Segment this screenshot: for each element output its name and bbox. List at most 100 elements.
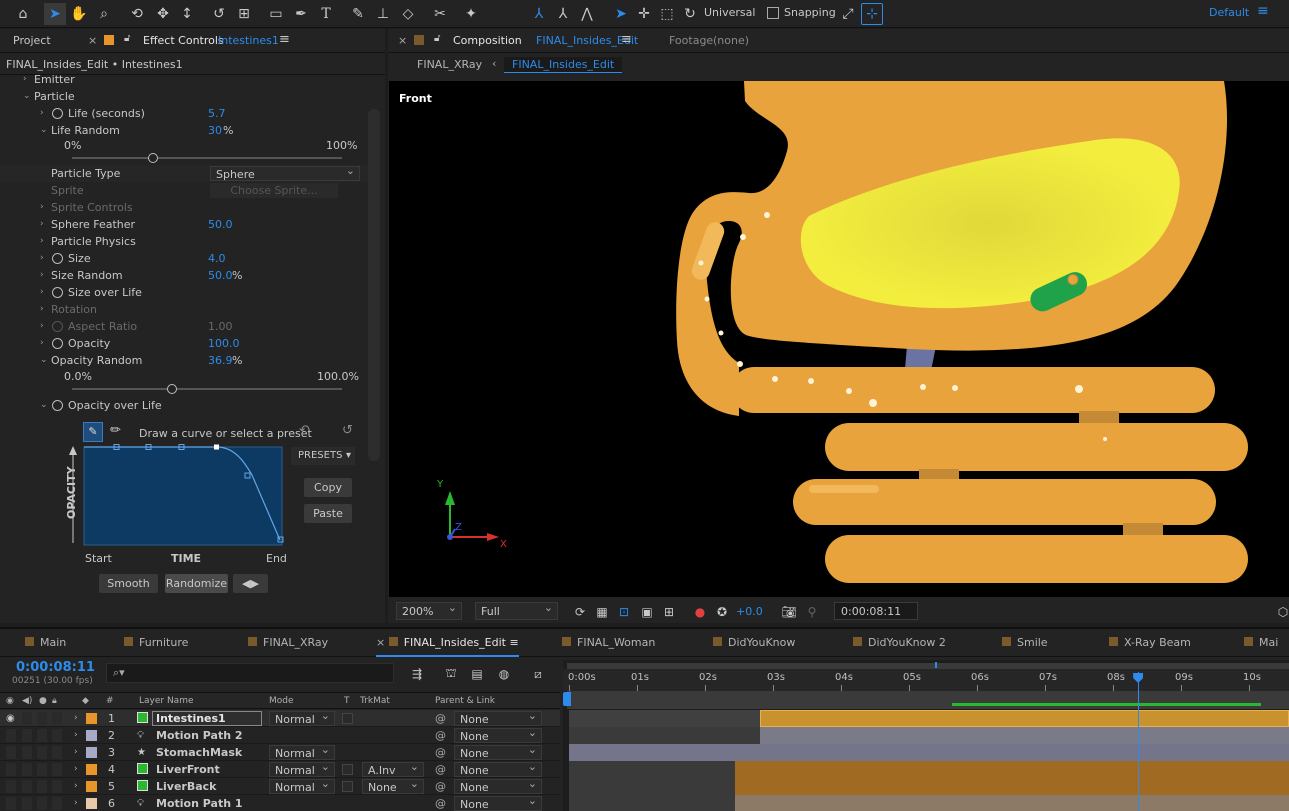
opacity-random-slider[interactable] <box>72 388 342 390</box>
color-management-icon[interactable]: ✪ <box>711 601 733 623</box>
lock-toggle[interactable] <box>52 746 62 759</box>
preserve-transparency-checkbox[interactable] <box>342 764 353 775</box>
property-row-sphere-feather[interactable]: › Sphere Feather 50.0 <box>0 216 368 233</box>
rotation-icon[interactable]: ↺ <box>208 3 230 25</box>
layer-name[interactable]: Motion Path 1 <box>156 795 243 811</box>
parent-dropdown[interactable]: None <box>454 776 542 794</box>
panel-menu-icon[interactable]: ≡ <box>621 32 632 47</box>
snap-grid-icon[interactable]: ⊹ <box>861 3 883 25</box>
roto-brush-icon[interactable]: ✂ <box>429 3 451 25</box>
eye-toggle[interactable] <box>6 797 16 810</box>
solo-toggle[interactable] <box>37 712 47 725</box>
zoom-dropdown[interactable]: 200% <box>396 599 462 620</box>
workspace-menu-icon[interactable]: ≡ <box>1257 3 1269 19</box>
hide-shy-icon[interactable]: ▤ <box>466 663 488 685</box>
tab-furniture[interactable]: Furniture <box>124 629 188 657</box>
parent-dropdown[interactable]: None <box>454 742 542 760</box>
parent-dropdown[interactable]: None <box>454 708 542 726</box>
track-matte-dropdown[interactable]: A.Inv <box>362 759 424 777</box>
lock-icon[interactable]: 🔓︎ <box>434 33 440 44</box>
time-graph[interactable]: 0:00s 01s 02s 03s 04s 05s 06s 07s 08s 09s 10s <box>563 660 1289 811</box>
time-ruler[interactable]: 0:00s 01s 02s 03s 04s 05s 06s 07s 08s 09s 10s <box>563 669 1289 691</box>
select-mode-icon[interactable]: ➤ <box>610 3 632 25</box>
label-color-swatch[interactable] <box>86 764 97 775</box>
blend-mode-dropdown[interactable]: Normal <box>269 759 335 777</box>
pick-whip-icon[interactable]: @ <box>435 710 446 727</box>
audio-toggle[interactable] <box>22 746 32 759</box>
expand-chevron-icon[interactable]: › <box>74 727 78 744</box>
property-row-life-random[interactable]: ⌄ Life Random 30 % <box>0 122 368 139</box>
scrollbar[interactable] <box>368 109 380 461</box>
transparency-grid-icon[interactable]: ▦ <box>591 601 613 623</box>
expand-chevron-icon[interactable]: › <box>74 795 78 811</box>
layer-name[interactable]: LiverFront <box>156 761 220 778</box>
solo-toggle[interactable] <box>37 729 47 742</box>
flow-current-comp[interactable]: FINAL_Insides_Edit <box>504 57 623 73</box>
tab-smile[interactable]: Smile <box>1002 629 1048 657</box>
panel-menu-icon[interactable]: ≡ <box>506 636 518 649</box>
show-snapshot-icon[interactable]: ⚲ <box>801 601 823 623</box>
eye-toggle[interactable] <box>6 780 16 793</box>
pick-whip-icon[interactable]: @ <box>435 744 446 761</box>
draw-pencil-icon[interactable]: ✎ <box>83 422 103 442</box>
track-bar-intestines1[interactable] <box>760 710 1289 727</box>
solo-toggle[interactable] <box>37 746 47 759</box>
tab-didyouknow-2[interactable]: DidYouKnow 2 <box>853 629 946 657</box>
close-icon[interactable]: × <box>88 34 97 47</box>
puppet-pin-icon[interactable]: ✦ <box>460 3 482 25</box>
clone-stamp-icon[interactable]: ⊥ <box>372 3 394 25</box>
label-color-swatch[interactable] <box>86 747 97 758</box>
pick-whip-icon[interactable]: @ <box>435 795 446 811</box>
move-mode-icon[interactable]: ✛ <box>633 3 655 25</box>
property-row-particle[interactable]: ⌄ Particle <box>0 88 368 105</box>
presets-dropdown[interactable]: PRESETS ▾ <box>291 447 355 465</box>
smooth-button[interactable]: Smooth <box>99 574 158 593</box>
tab-effect-controls[interactable]: Effect Controls <box>143 34 224 47</box>
layer-name[interactable]: Motion Path 2 <box>156 727 243 744</box>
snap-expand-icon[interactable]: ⤢ <box>837 3 859 25</box>
opacity-curve-graph[interactable] <box>66 443 290 551</box>
randomize-button[interactable]: Randomize <box>165 574 228 593</box>
property-row-opacity-random[interactable]: ⌄ Opacity Random 36.9 % <box>0 352 368 369</box>
blend-mode-dropdown[interactable]: Normal <box>269 708 335 726</box>
rectangle-icon[interactable]: ▭ <box>265 3 287 25</box>
solo-toggle[interactable] <box>37 780 47 793</box>
stopwatch-icon[interactable] <box>52 287 63 298</box>
timeline-timecode[interactable]: 0:00:08:11 <box>16 660 95 675</box>
audio-toggle[interactable] <box>22 729 32 742</box>
exposure-value[interactable]: +0.0 <box>736 605 763 618</box>
close-icon[interactable]: × <box>376 636 389 649</box>
blend-mode-dropdown[interactable]: Normal <box>269 742 335 760</box>
audio-toggle[interactable] <box>22 797 32 810</box>
comp-viewport[interactable]: Front Y Z X <box>389 81 1289 597</box>
tab-x-ray-beam[interactable]: X-Ray Beam <box>1109 629 1191 657</box>
lock-toggle[interactable] <box>52 729 62 742</box>
audio-toggle[interactable] <box>22 780 32 793</box>
eye-toggle[interactable] <box>6 763 16 776</box>
track-bar-motion-path-2[interactable] <box>760 727 1289 744</box>
layer-name[interactable]: LiverBack <box>156 778 216 795</box>
tab-main[interactable]: Main <box>25 629 66 657</box>
reset-icon[interactable]: ↺ <box>342 423 353 438</box>
stopwatch-icon[interactable] <box>52 400 63 411</box>
playhead[interactable] <box>1138 672 1140 811</box>
lock-toggle[interactable] <box>52 797 62 810</box>
label-color-swatch[interactable] <box>86 798 97 809</box>
layer-search-input[interactable]: ⌕▾ <box>106 663 394 683</box>
eraser-icon[interactable]: ◇ <box>397 3 419 25</box>
tab-final-woman[interactable]: FINAL_Woman <box>562 629 655 657</box>
pencil-icon[interactable]: ✏ <box>110 423 121 438</box>
property-row-particle-physics[interactable]: › Particle Physics <box>0 233 368 250</box>
type-icon[interactable]: T <box>315 3 337 25</box>
expand-chevron-icon[interactable]: › <box>74 744 78 761</box>
tab-project[interactable]: Project <box>13 34 51 47</box>
property-row-opacity-over-life[interactable]: ⌄ Opacity over Life <box>0 397 368 414</box>
pen-icon[interactable]: ✒ <box>290 3 312 25</box>
local-axis-icon[interactable]: ⅄ <box>528 3 550 25</box>
property-row-size-random[interactable]: › Size Random 50.0 % <box>0 267 368 284</box>
property-row-particle-type[interactable]: Particle Type Sphere <box>0 163 368 182</box>
snapshot-camera-icon[interactable]: 📷︎ <box>778 601 800 623</box>
layer-name[interactable]: StomachMask <box>156 744 242 761</box>
life-random-slider[interactable] <box>72 157 342 159</box>
scale-mode-icon[interactable]: ⬚ <box>656 3 678 25</box>
